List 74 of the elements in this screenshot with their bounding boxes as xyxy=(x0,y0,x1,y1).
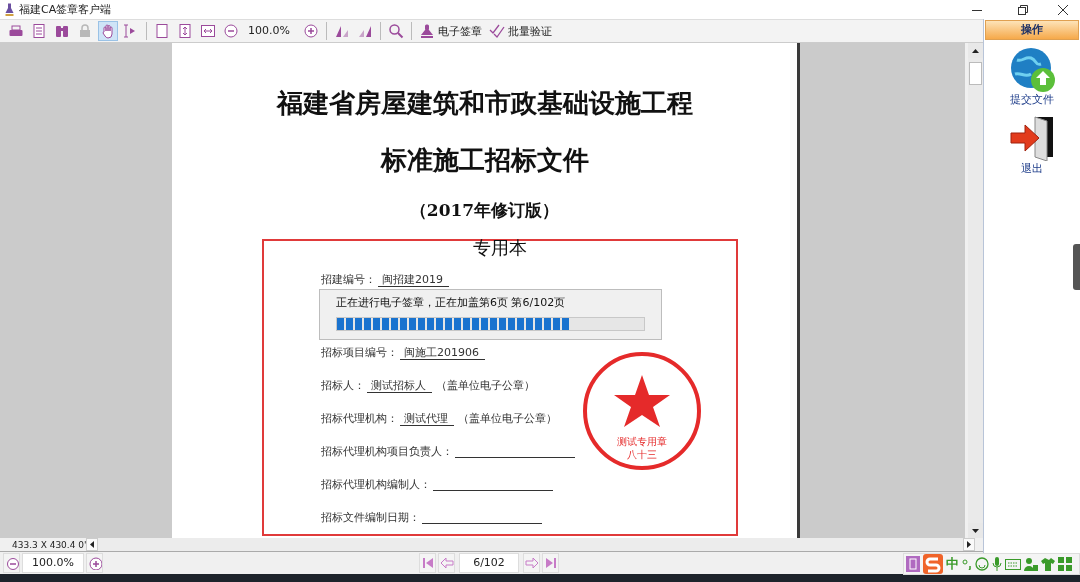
binoculars-icon xyxy=(54,23,70,39)
document-title: 标准施工招标文件 xyxy=(380,144,589,177)
scroll-left-button[interactable] xyxy=(86,538,98,551)
right-arrow-icon xyxy=(967,541,971,548)
field-label: 招标文件编制日期： xyxy=(321,510,420,525)
submit-file-button[interactable]: 提交文件 xyxy=(984,46,1080,107)
seal-code: 八十三 xyxy=(627,449,657,460)
horizontal-scrollbar[interactable] xyxy=(86,538,975,551)
fit-width-icon xyxy=(200,23,216,39)
field-label: 招标代理机构项目负责人： xyxy=(321,444,453,459)
zoom-out-icon xyxy=(4,556,19,570)
zoom-in-icon xyxy=(303,23,319,39)
hand-button[interactable] xyxy=(98,21,118,41)
field-note: （盖单位电子公章） xyxy=(436,378,535,393)
right-arrow-icon xyxy=(524,556,539,570)
cursor-coordinates: 433.3 X 430.4 0' xyxy=(11,539,86,550)
field-label: 招建编号： xyxy=(321,272,376,287)
field-value: 测试代理 xyxy=(400,411,454,426)
next-page-button[interactable] xyxy=(523,553,540,573)
page-icon xyxy=(154,23,170,39)
zoom-field[interactable]: 100.0% xyxy=(22,553,84,573)
up-arrow-icon xyxy=(972,48,979,53)
double-check-icon xyxy=(489,23,505,39)
zoom-in-icon xyxy=(87,556,102,570)
restore-icon xyxy=(1018,4,1028,15)
document-title: 福建省房屋建筑和市政基础设施工程 xyxy=(276,87,693,120)
left-arrow-icon xyxy=(439,556,454,570)
stamp-icon xyxy=(419,23,435,39)
zoom-out-button[interactable] xyxy=(221,21,241,41)
zoom-in-button[interactable] xyxy=(86,553,103,573)
double-check-button[interactable]: 批量验证 xyxy=(487,21,554,41)
panel-header: 操作 xyxy=(985,20,1079,40)
vertical-scrollbar[interactable] xyxy=(968,43,983,538)
section-heading: 专用本 xyxy=(473,238,527,258)
field-label: 招标代理机构编制人： xyxy=(321,477,431,492)
close-icon xyxy=(1058,4,1068,15)
exit-door-icon xyxy=(1009,115,1055,161)
field-label: 招标人： xyxy=(321,378,365,393)
page-number-field[interactable]: 6/102 xyxy=(459,553,519,573)
field-value: 闽招建2019 xyxy=(378,272,449,287)
zoom-out-icon xyxy=(223,23,239,39)
last-page-button[interactable] xyxy=(542,553,559,573)
scroll-thumb[interactable] xyxy=(969,62,982,85)
previous-page-button[interactable] xyxy=(438,553,455,573)
first-page-icon xyxy=(420,556,435,570)
left-arrow-icon xyxy=(90,541,94,548)
fit-height-icon xyxy=(177,23,193,39)
zoom-in-button[interactable] xyxy=(301,21,321,41)
field-value: 测试招标人 xyxy=(367,378,432,393)
globe-upload-icon xyxy=(1009,46,1055,92)
scroll-right-button[interactable] xyxy=(963,538,975,551)
seal-name: 测试专用章 xyxy=(617,436,667,447)
down-arrow-icon xyxy=(972,528,979,533)
last-page-icon xyxy=(543,556,558,570)
field-note: （盖单位电子公章） xyxy=(458,411,557,426)
printer-icon xyxy=(8,23,24,39)
progress-message: 正在进行电子签章，正在加盖第6页 第6/102页 xyxy=(336,296,567,310)
field-value: 闽施工201906 xyxy=(400,345,485,360)
zoom-field[interactable]: 100.0% xyxy=(244,22,298,40)
zoom-out-button[interactable] xyxy=(3,553,20,573)
stamp-button[interactable]: 电子签章 xyxy=(417,21,484,41)
side-handle[interactable] xyxy=(1073,244,1080,290)
exit-button[interactable]: 退出 xyxy=(984,115,1080,176)
window-title: 福建CA签章客户端 xyxy=(19,2,113,17)
search-icon xyxy=(388,23,404,39)
field-label: 招标代理机构： xyxy=(321,411,398,426)
lock-icon xyxy=(77,23,93,39)
search-button[interactable] xyxy=(386,21,406,41)
first-page-button[interactable] xyxy=(419,553,436,573)
page-list-icon xyxy=(31,23,47,39)
hand-icon xyxy=(100,23,116,39)
app-stamp-icon xyxy=(5,3,14,16)
edition-label: （2017年修订版） xyxy=(409,199,560,222)
field-label: 招标项目编号： xyxy=(321,345,398,360)
